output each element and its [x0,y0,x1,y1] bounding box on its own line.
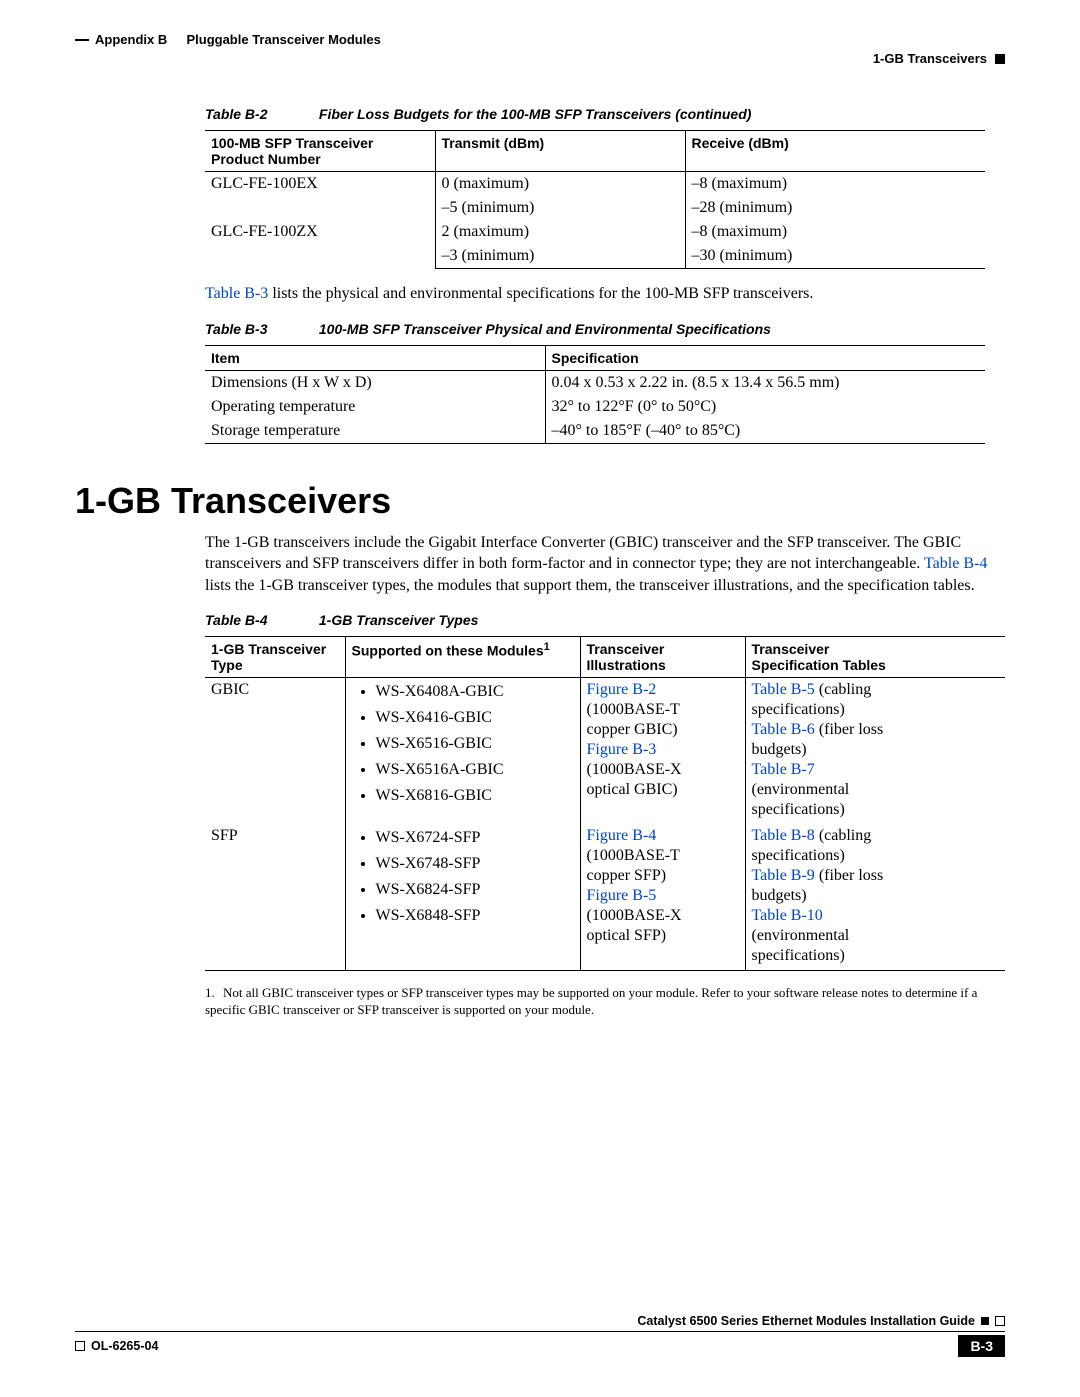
table-cell: Operating temperature [205,395,545,419]
table-cell: –8 (maximum) [685,220,985,244]
link-figure-b2[interactable]: Figure B-2 [587,681,739,699]
list-item: WS-X6816-GBIC [376,787,574,805]
appendix-label: Appendix B [95,32,167,47]
table-header: Transceiver Specification Tables [745,637,1005,678]
table-cell: 0 (maximum) [435,172,685,197]
paragraph: Table B-3 lists the physical and environ… [205,283,1005,305]
table-cell: Figure B-2 (1000BASE-T copper GBIC) Figu… [580,678,745,825]
list-item: WS-X6724-SFP [376,829,574,847]
list-item: WS-X6408A-GBIC [376,683,574,701]
list-item: WS-X6748-SFP [376,855,574,873]
table-header: Item [205,345,545,370]
table-header: Receive (dBm) [685,131,985,172]
table-b4-title: 1-GB Transceiver Types [319,612,479,628]
appendix-title: Pluggable Transceiver Modules [186,32,380,47]
table-header: Specification [545,345,985,370]
table-header: Transceiver Illustrations [580,637,745,678]
table-cell: WS-X6408A-GBIC WS-X6416-GBIC WS-X6516-GB… [345,678,580,825]
list-item: WS-X6516A-GBIC [376,761,574,779]
table-cell: –28 (minimum) [685,196,985,220]
table-cell: Table B-8 (cabling specifications) Table… [745,824,1005,971]
table-cell: Table B-5 (cabling specifications) Table… [745,678,1005,825]
table-cell: 0.04 x 0.53 x 2.22 in. (8.5 x 13.4 x 56.… [545,370,985,395]
table-b3-num: Table B-3 [205,321,315,337]
table-b4-num: Table B-4 [205,612,315,628]
link-table-b7[interactable]: Table B-7 [752,761,1000,779]
table-b3-caption: Table B-3 100-MB SFP Transceiver Physica… [205,321,1005,337]
link-table-b8[interactable]: Table B-8 [752,827,815,844]
table-cell: –40° to 185°F (–40° to 85°C) [545,419,985,444]
paragraph: The 1-GB transceivers include the Gigabi… [205,532,1005,597]
link-figure-b3[interactable]: Figure B-3 [587,741,739,759]
table-b4-footnote: 1.Not all GBIC transceiver types or SFP … [205,985,1005,1019]
table-cell: GBIC [205,678,345,825]
page-number: B-3 [958,1335,1005,1357]
table-cell: –5 (minimum) [435,196,685,220]
table-header: Transmit (dBm) [435,131,685,172]
table-b4-caption: Table B-4 1-GB Transceiver Types [205,612,1005,628]
page-footer: Catalyst 6500 Series Ethernet Modules In… [75,1314,1005,1357]
table-cell: GLC-FE-100ZX [205,220,435,269]
table-b2-title: Fiber Loss Budgets for the 100-MB SFP Tr… [319,106,752,122]
table-cell: Figure B-4 (1000BASE-T copper SFP) Figur… [580,824,745,971]
table-b3: Item Specification Dimensions (H x W x D… [205,345,985,444]
guide-title: Catalyst 6500 Series Ethernet Modules In… [637,1314,975,1328]
table-header: Supported on these Modules1 [345,637,580,678]
table-b4: 1-GB Transceiver Type Supported on these… [205,636,1005,971]
link-table-b10[interactable]: Table B-10 [752,907,1000,925]
list-item: WS-X6516-GBIC [376,735,574,753]
link-figure-b4[interactable]: Figure B-4 [587,827,739,845]
table-cell: WS-X6724-SFP WS-X6748-SFP WS-X6824-SFP W… [345,824,580,971]
footer-square-icon [981,1317,989,1325]
link-table-b4[interactable]: Table B-4 [924,555,987,572]
list-item: WS-X6416-GBIC [376,709,574,727]
link-table-b5[interactable]: Table B-5 [752,681,815,698]
doc-number: OL-6265-04 [91,1339,158,1353]
table-cell: 2 (maximum) [435,220,685,244]
link-table-b6[interactable]: Table B-6 [752,721,815,738]
section-heading: 1-GB Transceivers [75,480,1005,522]
table-b2: 100-MB SFP Transceiver Product Number Tr… [205,130,985,269]
table-header: 100-MB SFP Transceiver Product Number [205,131,435,172]
table-b3-title: 100-MB SFP Transceiver Physical and Envi… [319,321,771,337]
link-figure-b5[interactable]: Figure B-5 [587,887,739,905]
table-cell: –30 (minimum) [685,244,985,269]
table-b2-caption: Table B-2 Fiber Loss Budgets for the 100… [205,106,1005,122]
footer-square-outline-icon [995,1316,1005,1326]
table-cell: SFP [205,824,345,971]
footer-square-outline-icon [75,1341,85,1351]
table-cell: –8 (maximum) [685,172,985,197]
list-item: WS-X6824-SFP [376,881,574,899]
table-cell: Dimensions (H x W x D) [205,370,545,395]
table-cell: 32° to 122°F (0° to 50°C) [545,395,985,419]
table-b2-num: Table B-2 [205,106,315,122]
link-table-b9[interactable]: Table B-9 [752,867,815,884]
running-header: Appendix B Pluggable Transceiver Modules… [75,32,1005,66]
header-square-icon [995,54,1005,64]
list-item: WS-X6848-SFP [376,907,574,925]
link-table-b3[interactable]: Table B-3 [205,285,268,302]
table-header: 1-GB Transceiver Type [205,637,345,678]
table-cell: Storage temperature [205,419,545,444]
header-section: 1-GB Transceivers [873,51,987,66]
table-cell: –3 (minimum) [435,244,685,269]
header-dash-icon [75,39,89,41]
table-cell: GLC-FE-100EX [205,172,435,221]
